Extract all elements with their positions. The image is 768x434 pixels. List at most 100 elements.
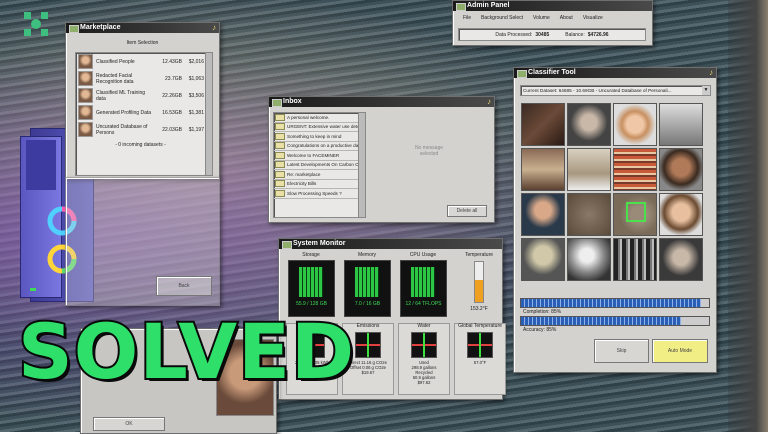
image-cell[interactable] — [521, 193, 565, 236]
meter-label: CPU Usage — [409, 252, 437, 258]
meter-bar — [299, 267, 323, 297]
image-cell[interactable] — [567, 238, 611, 281]
envelope-icon — [275, 170, 285, 178]
image-cell[interactable] — [659, 193, 703, 236]
marketplace-scrollbar[interactable] — [205, 52, 213, 176]
top-progress-fill — [521, 299, 702, 307]
meter-value: 153.2°F — [470, 306, 488, 312]
system-monitor-titlebar[interactable]: System Monitor — [279, 239, 502, 249]
completion-progress-bar — [520, 316, 710, 326]
dataset-thumbnail — [78, 71, 93, 86]
window-icon — [69, 25, 79, 33]
admin-menu-item[interactable]: Background Select — [481, 15, 523, 21]
face-grid — [521, 103, 708, 290]
stat-line: 57.0°F — [473, 359, 487, 365]
admin-menu-item[interactable]: Visualize — [583, 15, 603, 21]
faceminer-logo-icon[interactable] — [24, 12, 48, 36]
speaker-icon[interactable]: ♪ — [709, 68, 713, 78]
image-cell[interactable] — [567, 148, 611, 191]
inbox-message[interactable]: Welcome to FACEMINER — [274, 151, 358, 161]
inbox-message[interactable]: Congratulations on a productive day! — [274, 142, 358, 151]
environment-stat: Global Temperature 57.0°F — [454, 323, 506, 395]
auto-mode-button[interactable]: Auto Mode — [652, 339, 708, 363]
image-cell[interactable] — [521, 238, 565, 281]
classifier-title: Classifier Tool — [528, 69, 576, 76]
stat-graph-line — [479, 332, 481, 357]
dataset-select[interactable]: Current Dataset: 64685 - 10.69GB - Uncur… — [520, 85, 711, 96]
ok-button[interactable]: OK — [93, 417, 165, 431]
no-message-label: No message selected — [414, 145, 444, 157]
inbox-message[interactable]: Slow Processing Speeds ? — [274, 189, 358, 199]
inbox-titlebar[interactable]: Inbox ♪ — [269, 97, 494, 107]
envelope-icon — [275, 113, 285, 121]
marketplace-titlebar[interactable]: Marketplace ♪ — [66, 23, 219, 33]
item-name: Uncurated Database of Persons — [96, 123, 148, 136]
thermometer — [474, 261, 484, 303]
inbox-message[interactable]: Re: marketplace — [274, 170, 358, 180]
image-cell[interactable] — [521, 103, 565, 146]
stat-graph-line — [367, 332, 369, 357]
skip-button[interactable]: Skip — [594, 339, 649, 363]
dataset-thumbnail — [78, 105, 93, 120]
admin-menu-item[interactable]: About — [560, 15, 573, 21]
item-size: 23.7GB — [165, 75, 182, 82]
image-cell[interactable] — [613, 238, 657, 281]
image-cell[interactable] — [613, 103, 657, 146]
speaker-icon[interactable]: ♪ — [212, 23, 216, 33]
admin-panel-titlebar[interactable]: Admin Panel — [453, 1, 652, 11]
message-subject: A personal welcome. — [287, 114, 330, 120]
inbox-message[interactable]: Latest Developments On Carbon Offsets — [274, 161, 358, 170]
message-subject: Welcome to FACEMINER — [287, 152, 340, 158]
inbox-window: Inbox ♪ A personal welcome. URGENT: Extens… — [268, 96, 495, 223]
envelope-icon — [275, 151, 285, 159]
image-cell[interactable] — [613, 193, 657, 236]
speaker-icon[interactable]: ♪ — [487, 97, 491, 107]
stat-graph-line — [423, 332, 425, 357]
marketplace-item[interactable]: Classified People 12.43GB $2,016 — [76, 53, 205, 70]
item-name: Redacted Facial Recognition data — [96, 72, 134, 85]
item-price: $1,063 — [188, 75, 204, 82]
marketplace-window: Marketplace ♪ Item Selection Classified P… — [65, 22, 220, 179]
admin-menu-item[interactable]: Volume — [533, 15, 550, 21]
classifier-titlebar[interactable]: Classifier Tool ♪ — [514, 68, 716, 78]
meter-bar — [355, 267, 379, 297]
admin-status-bar: Data Processed: 30485 Balance: $4726.96 — [458, 28, 646, 41]
resource-meter: Temperature 153.2°F — [454, 252, 504, 318]
stat-graph — [411, 331, 437, 358]
inbox-message[interactable]: Something to keep in mind — [274, 132, 358, 142]
image-cell[interactable] — [567, 103, 611, 146]
marketplace-item[interactable]: Redacted Facial Recognition data 23.7GB $1… — [76, 70, 205, 87]
item-size: 22.26GB — [162, 92, 182, 99]
delete-all-button[interactable]: Delete all — [447, 205, 487, 217]
image-cell[interactable] — [659, 238, 703, 281]
item-name: Generated Profiling Data — [96, 109, 152, 116]
image-cell[interactable] — [567, 193, 611, 236]
inbox-message-list: A personal welcome. URGENT: Extensive wat… — [273, 112, 359, 218]
meter-label: Memory — [357, 252, 377, 258]
meter-label: Temperature — [464, 252, 494, 258]
back-button[interactable]: Back — [156, 276, 212, 296]
inbox-message[interactable]: URGENT: Extensive water use detected! — [274, 123, 358, 132]
window-icon — [282, 241, 292, 249]
stat-graph — [355, 331, 381, 358]
image-cell[interactable] — [659, 148, 703, 191]
chevron-down-icon[interactable]: ▼ — [702, 86, 710, 95]
image-cell[interactable] — [521, 148, 565, 191]
image-cell[interactable] — [613, 148, 657, 191]
marketplace-item[interactable]: Uncurated Database of Persons 22.03GB $1,1… — [76, 121, 205, 138]
admin-menu-item[interactable]: File — [463, 15, 471, 21]
balance-value: $4726.96 — [587, 31, 609, 38]
inbox-scrollbar[interactable] — [358, 112, 366, 218]
dataset-thumbnail — [78, 88, 93, 103]
face-detection-box — [626, 202, 646, 222]
stat-label: Water — [417, 323, 431, 329]
inbox-message[interactable]: A personal welcome. — [274, 113, 358, 123]
image-cell[interactable] — [659, 103, 703, 146]
marketplace-item[interactable]: Generated Profiling Data 16.53GB $1,381 — [76, 104, 205, 121]
inbox-message[interactable]: Electricity Bills — [274, 180, 358, 189]
system-monitor-title: System Monitor — [293, 240, 346, 247]
wallpaper-edge — [728, 0, 768, 432]
item-price: $3,506 — [188, 92, 204, 99]
marketplace-item[interactable]: Classified ML Training data 22.26GB $3,506 — [76, 87, 205, 104]
message-subject: Latest Developments On Carbon Offsets — [287, 162, 358, 168]
